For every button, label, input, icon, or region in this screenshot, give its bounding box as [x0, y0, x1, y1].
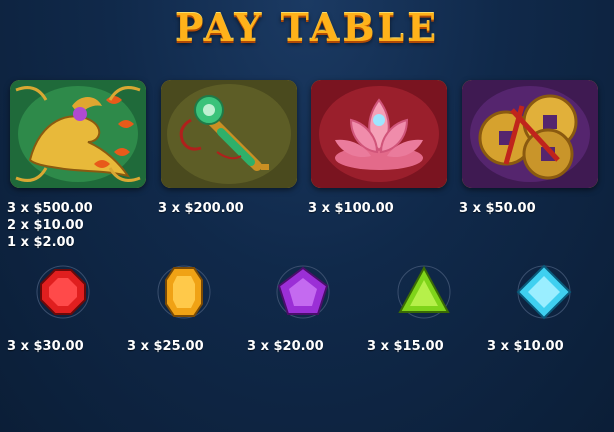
phoenix-payout-1: 1 x $2.00 — [7, 235, 75, 250]
orange-gem-payout: 3 x $25.00 — [127, 339, 204, 354]
orange-gem-icon — [154, 262, 214, 322]
jade-ruyi-payout: 3 x $200.00 — [158, 201, 244, 216]
blue-gem-icon — [514, 262, 574, 322]
phoenix-payout-2: 2 x $10.00 — [7, 218, 84, 233]
pay-table-title: PAY TABLE — [174, 5, 440, 50]
phoenix-symbol-icon — [10, 80, 146, 188]
phoenix-payout-3: 3 x $500.00 — [7, 201, 93, 216]
purple-gem-icon — [273, 262, 333, 322]
red-gem-icon — [33, 262, 93, 322]
purple-gem-payout: 3 x $20.00 — [247, 339, 324, 354]
green-gem-payout: 3 x $15.00 — [367, 339, 444, 354]
coins-symbol-icon — [462, 80, 598, 188]
red-gem-payout: 3 x $30.00 — [7, 339, 84, 354]
lotus-payout: 3 x $100.00 — [308, 201, 394, 216]
coins-payout: 3 x $50.00 — [459, 201, 536, 216]
jade-ruyi-symbol-icon — [161, 80, 297, 188]
lotus-symbol-icon — [311, 80, 447, 188]
green-gem-icon — [394, 262, 454, 322]
blue-gem-payout: 3 x $10.00 — [487, 339, 564, 354]
